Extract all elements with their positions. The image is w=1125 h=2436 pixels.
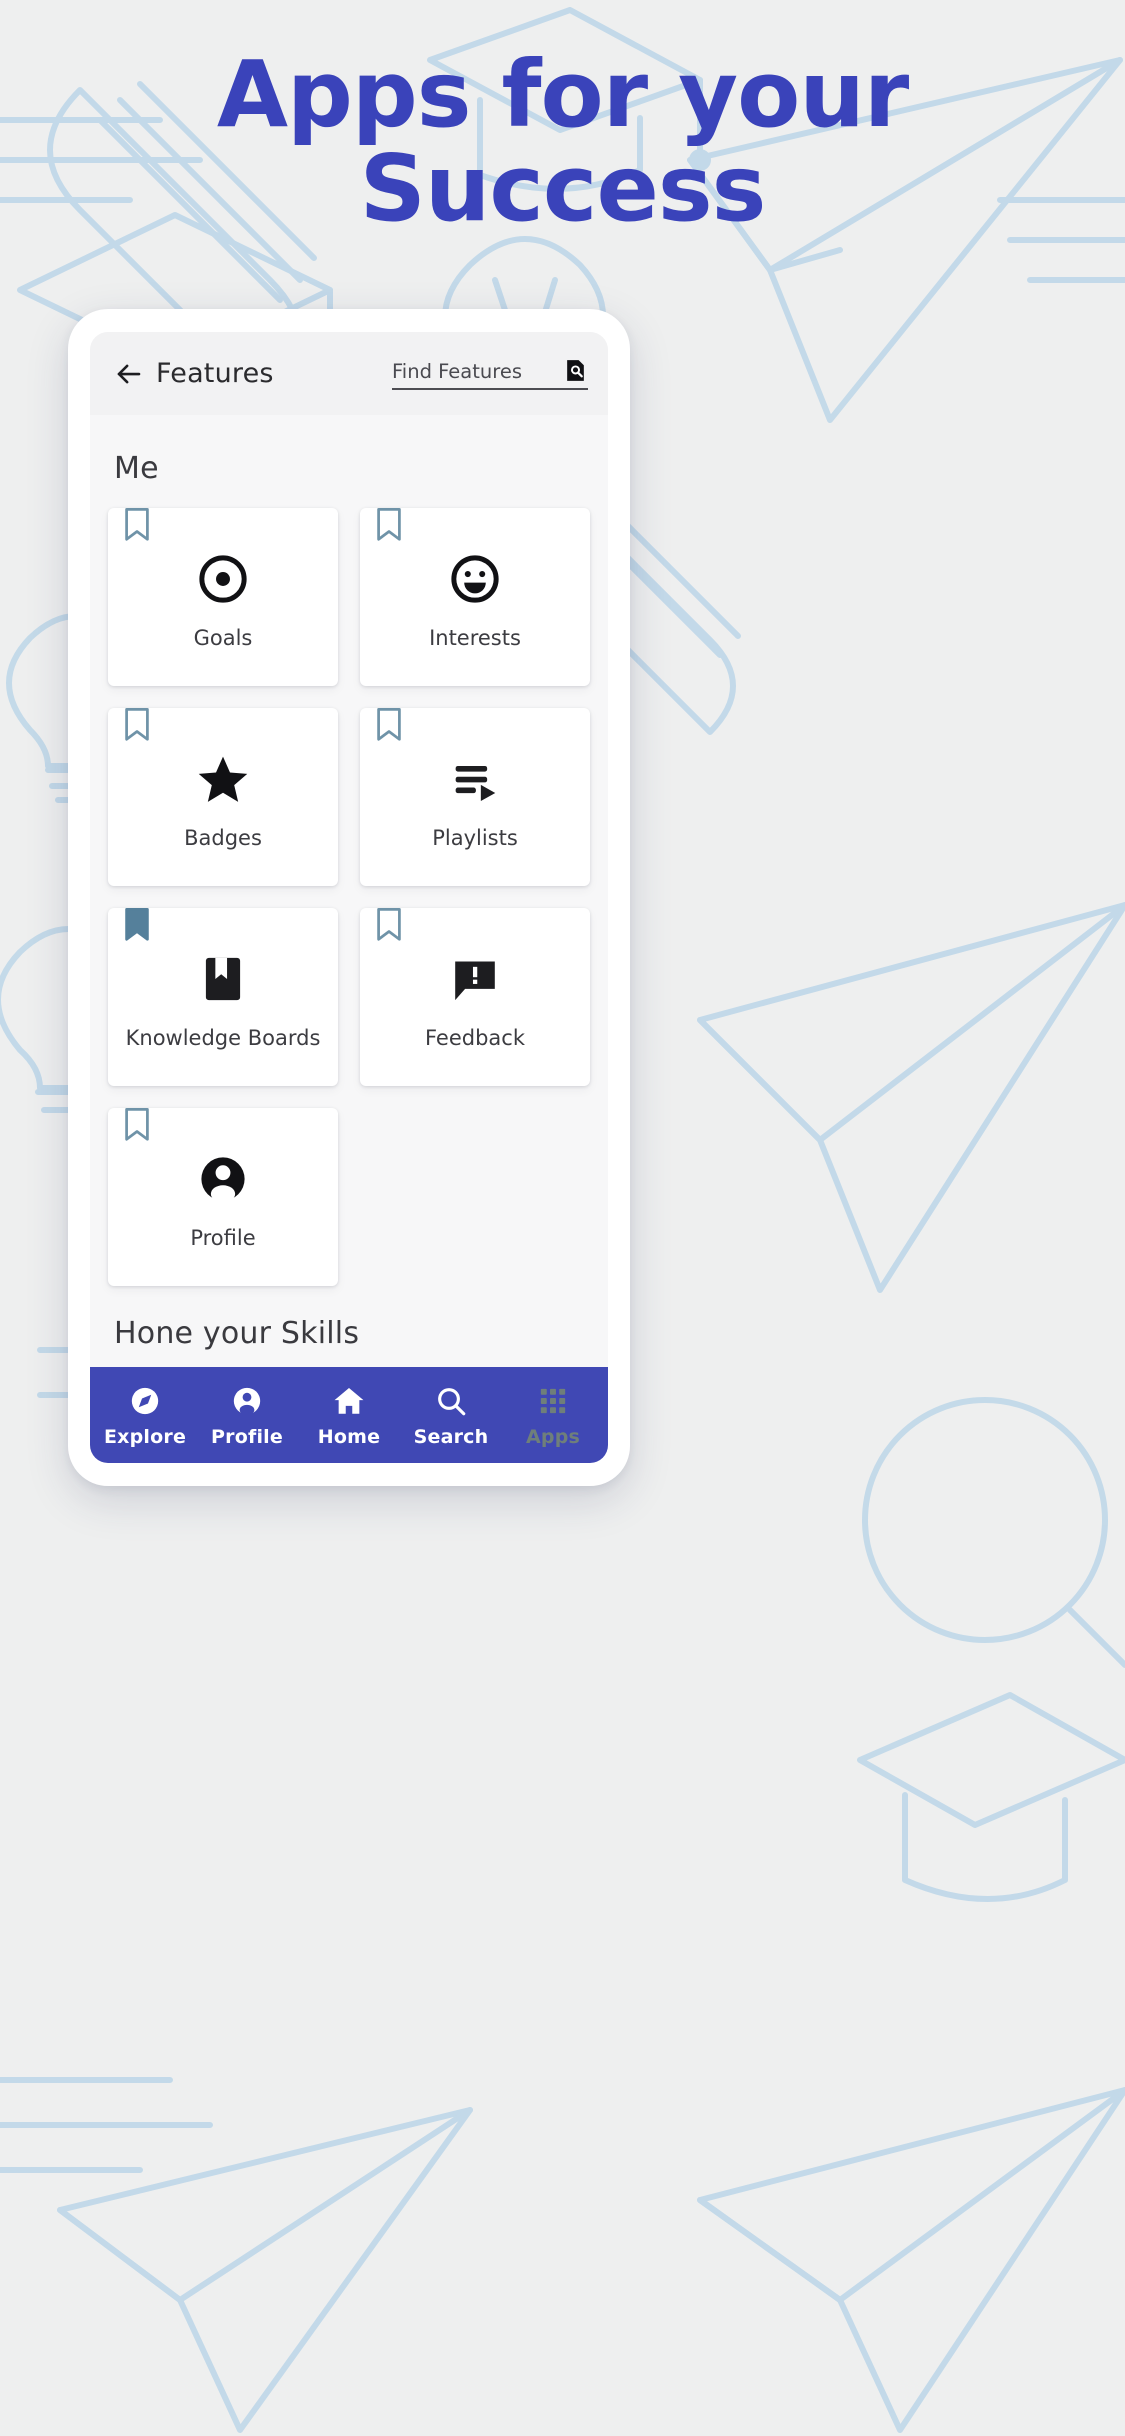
app-bar: Features Find Features [90,332,608,415]
bookmark-outline-icon[interactable] [124,1108,150,1142]
bookmark-outline-icon[interactable] [376,508,402,542]
hero-line-2: Success [359,134,767,242]
phone-mockup: Features Find Features Me Goals Interest… [68,309,630,1486]
feature-card-badges[interactable]: Badges [108,708,338,886]
page-title: Features [156,358,274,389]
search-input[interactable]: Find Features [392,360,556,383]
smiley-face-icon [444,548,506,610]
nav-item-profile[interactable]: Profile [196,1383,298,1448]
feature-label: Knowledge Boards [125,1026,321,1051]
feature-grid: Goals Interests Badges Playlists Knowled… [108,508,590,1286]
nav-item-home[interactable]: Home [298,1383,400,1448]
feature-card-goals[interactable]: Goals [108,508,338,686]
arrow-left-icon[interactable] [112,357,146,391]
bookmark-filled-icon[interactable] [124,908,150,942]
feature-card-interests[interactable]: Interests [360,508,590,686]
feature-card-profile[interactable]: Profile [108,1108,338,1286]
bookmark-outline-icon[interactable] [124,708,150,742]
target-icon [192,548,254,610]
feature-label: Interests [429,626,521,651]
bookmark-outline-icon[interactable] [124,508,150,542]
hero-line-1: Apps for your [216,41,909,148]
nav-label: Home [317,1425,381,1448]
section-title-hone-your-skills: Hone your Skills [114,1316,360,1351]
feature-card-knowledge-boards[interactable]: Knowledge Boards [108,908,338,1086]
compass-icon[interactable] [127,1383,163,1419]
grid-icon[interactable] [535,1383,571,1419]
nav-item-search[interactable]: Search [400,1383,502,1448]
feature-label: Profile [190,1226,256,1251]
feature-label: Playlists [432,826,518,851]
bookmark-outline-icon[interactable] [376,908,402,942]
nav-label: Profile [211,1425,283,1448]
bookmark-outline-icon[interactable] [376,708,402,742]
book-bookmark-icon [192,948,254,1010]
nav-label: Apps [525,1425,580,1448]
app-screen: Features Find Features Me Goals Interest… [90,332,608,1463]
bottom-navigation: Explore Profile Home Search Apps [90,1367,608,1463]
nav-label: Explore [103,1425,187,1448]
feature-card-feedback[interactable]: Feedback [360,908,590,1086]
comment-alert-icon [444,948,506,1010]
nav-item-apps[interactable]: Apps [502,1383,604,1448]
magnifier-icon[interactable] [433,1383,469,1419]
search-document-icon[interactable] [562,357,588,383]
feature-label: Badges [184,826,262,851]
person-icon[interactable] [229,1383,265,1419]
hero-headline: Apps for your Success [0,48,1125,236]
star-icon [192,748,254,810]
nav-item-explore[interactable]: Explore [94,1383,196,1448]
home-icon[interactable] [331,1383,367,1419]
feature-label: Goals [193,626,253,651]
search-field[interactable]: Find Features [392,357,588,390]
person-circle-icon [192,1148,254,1210]
feature-label: Feedback [424,1026,525,1051]
feature-card-playlists[interactable]: Playlists [360,708,590,886]
features-body[interactable]: Me Goals Interests Badges Playlists Know… [90,415,608,1367]
playlist-play-icon [444,748,506,810]
section-title-me: Me [114,451,159,486]
nav-label: Search [413,1425,489,1448]
